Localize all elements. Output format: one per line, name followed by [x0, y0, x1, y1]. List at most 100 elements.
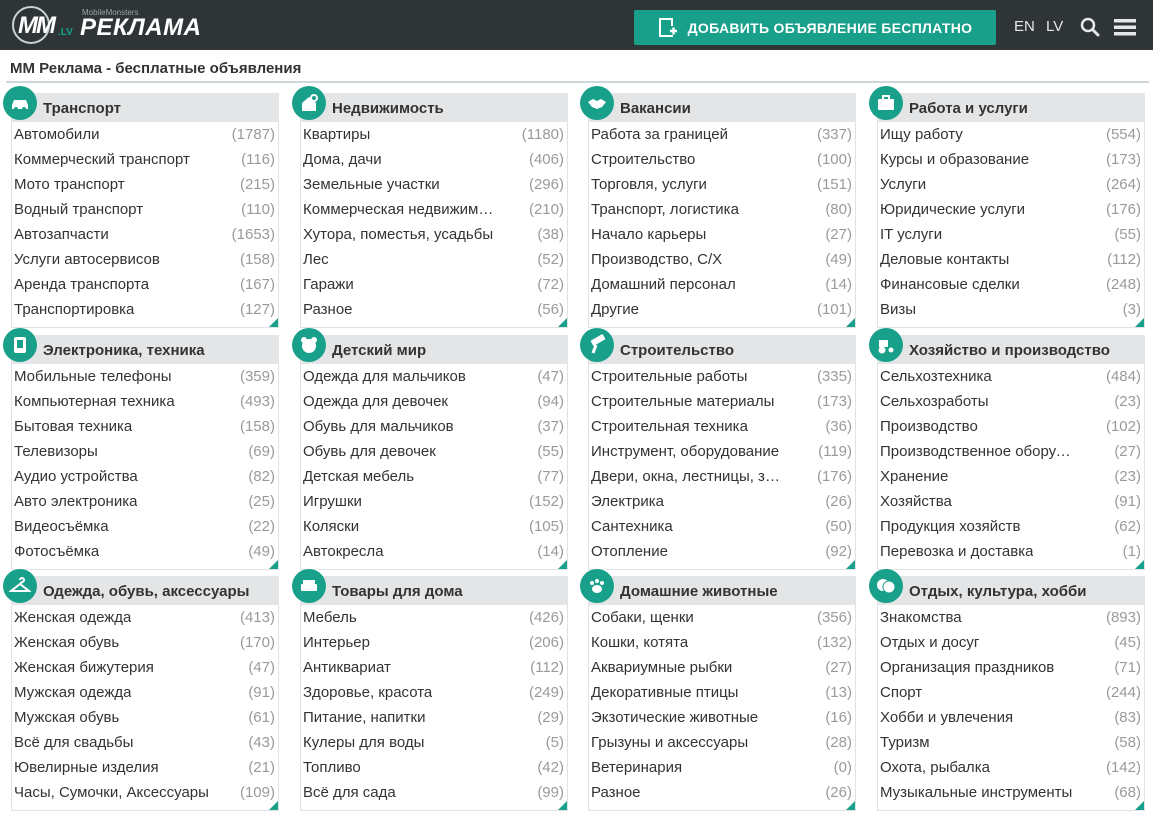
- category-title[interactable]: Вакансии: [620, 100, 691, 117]
- subcategory-name[interactable]: Аудио устройства: [14, 468, 138, 485]
- category-title[interactable]: Работа и услуги: [909, 100, 1028, 117]
- category-title[interactable]: Товары для дома: [332, 583, 463, 600]
- subcategory-item[interactable]: Экзотические животные (16): [589, 705, 855, 730]
- subcategory-item[interactable]: Автомобили (1787): [12, 122, 278, 147]
- subcategory-item[interactable]: Земельные участки (296): [301, 172, 567, 197]
- subcategory-item[interactable]: Автозапчасти (1653): [12, 222, 278, 247]
- subcategory-name[interactable]: Антиквариат: [303, 659, 391, 676]
- subcategory-name[interactable]: Женская одежда: [14, 609, 131, 626]
- subcategory-name[interactable]: Автомобили: [14, 126, 99, 143]
- subcategory-item[interactable]: Услуги автосервисов (158): [12, 247, 278, 272]
- subcategory-item[interactable]: Лес (52): [301, 247, 567, 272]
- subcategory-name[interactable]: Часы, Сумочки, Аксессуары: [14, 784, 209, 801]
- subcategory-name[interactable]: Бытовая техника: [14, 418, 132, 435]
- subcategory-item[interactable]: Инструмент, оборудование (119): [589, 439, 855, 464]
- subcategory-name[interactable]: Охота, рыбалка: [880, 759, 990, 776]
- subcategory-item[interactable]: Компьютерная техника (493): [12, 389, 278, 414]
- subcategory-name[interactable]: Строительные работы: [591, 368, 747, 385]
- subcategory-item[interactable]: Женская одежда (413): [12, 605, 278, 630]
- subcategory-item[interactable]: Охота, рыбалка (142): [878, 755, 1144, 780]
- category-header[interactable]: Отдых, культура, хобби: [869, 569, 1145, 605]
- category-header[interactable]: Хозяйство и производство: [869, 328, 1145, 364]
- subcategory-item[interactable]: Аквариумные рыбки (27): [589, 655, 855, 680]
- subcategory-item[interactable]: Деловые контакты (112): [878, 247, 1144, 272]
- subcategory-item[interactable]: Двери, окна, лестницы, заб... (176): [589, 464, 855, 489]
- category-title[interactable]: Детский мир: [332, 342, 426, 359]
- category-header[interactable]: Вакансии: [580, 86, 856, 122]
- subcategory-item[interactable]: Строительная техника (36): [589, 414, 855, 439]
- subcategory-item[interactable]: Торговля, услуги (151): [589, 172, 855, 197]
- subcategory-item[interactable]: Игрушки (152): [301, 489, 567, 514]
- subcategory-name[interactable]: Аквариумные рыбки: [591, 659, 732, 676]
- subcategory-name[interactable]: Кошки, котята: [591, 634, 688, 651]
- subcategory-name[interactable]: Видеосъёмка: [14, 518, 109, 535]
- subcategory-item[interactable]: Организация праздников (71): [878, 655, 1144, 680]
- subcategory-name[interactable]: Двери, окна, лестницы, заб...: [591, 468, 787, 485]
- subcategory-item[interactable]: Электрика (26): [589, 489, 855, 514]
- add-listing-button[interactable]: ДОБАВИТЬ ОБЪЯВЛЕНИЕ БЕСПЛАТНО: [634, 10, 996, 45]
- subcategory-name[interactable]: Здоровье, красота: [303, 684, 432, 701]
- subcategory-item[interactable]: Гаражи (72): [301, 272, 567, 297]
- subcategory-item[interactable]: Мобильные телефоны (359): [12, 364, 278, 389]
- subcategory-item[interactable]: Детская мебель (77): [301, 464, 567, 489]
- subcategory-name[interactable]: Лес: [303, 251, 329, 268]
- subcategory-name[interactable]: Перевозка и доставка: [880, 543, 1033, 560]
- subcategory-name[interactable]: Визы: [880, 301, 916, 318]
- subcategory-item[interactable]: Ветеринария (0): [589, 755, 855, 780]
- subcategory-item[interactable]: Курсы и образование (173): [878, 147, 1144, 172]
- subcategory-item[interactable]: Одежда для мальчиков (47): [301, 364, 567, 389]
- category-header[interactable]: Строительство: [580, 328, 856, 364]
- subcategory-name[interactable]: Сельхозработы: [880, 393, 989, 410]
- subcategory-item[interactable]: Часы, Сумочки, Аксессуары (109): [12, 780, 278, 805]
- subcategory-item[interactable]: Кошки, котята (132): [589, 630, 855, 655]
- subcategory-name[interactable]: Женская обувь: [14, 634, 119, 651]
- subcategory-name[interactable]: Одежда для девочек: [303, 393, 448, 410]
- subcategory-item[interactable]: Авто электроника (25): [12, 489, 278, 514]
- subcategory-name[interactable]: Мебель: [303, 609, 357, 626]
- subcategory-name[interactable]: Разное: [303, 301, 353, 318]
- subcategory-name[interactable]: Питание, напитки: [303, 709, 425, 726]
- subcategory-item[interactable]: Разное (56): [301, 297, 567, 322]
- subcategory-name[interactable]: Сельхозтехника: [880, 368, 992, 385]
- subcategory-item[interactable]: Строительство (100): [589, 147, 855, 172]
- category-title[interactable]: Строительство: [620, 342, 734, 359]
- subcategory-item[interactable]: Женская обувь (170): [12, 630, 278, 655]
- subcategory-name[interactable]: Всё для сада: [303, 784, 396, 801]
- subcategory-item[interactable]: Собаки, щенки (356): [589, 605, 855, 630]
- category-header[interactable]: Недвижимость: [292, 86, 568, 122]
- subcategory-item[interactable]: Аудио устройства (82): [12, 464, 278, 489]
- subcategory-name[interactable]: Гаражи: [303, 276, 354, 293]
- subcategory-item[interactable]: Топливо (42): [301, 755, 567, 780]
- subcategory-name[interactable]: Деловые контакты: [880, 251, 1009, 268]
- category-title[interactable]: Транспорт: [43, 100, 121, 117]
- subcategory-name[interactable]: IT услуги: [880, 226, 942, 243]
- subcategory-name[interactable]: Организация праздников: [880, 659, 1054, 676]
- subcategory-name[interactable]: Услуги: [880, 176, 926, 193]
- subcategory-name[interactable]: Отопление: [591, 543, 668, 560]
- subcategory-item[interactable]: Антиквариат (112): [301, 655, 567, 680]
- subcategory-name[interactable]: Продукция хозяйств: [880, 518, 1020, 535]
- subcategory-name[interactable]: Хутора, поместья, усадьбы: [303, 226, 493, 243]
- subcategory-name[interactable]: Коляски: [303, 518, 359, 535]
- subcategory-name[interactable]: Ищу работу: [880, 126, 963, 143]
- subcategory-name[interactable]: Домашний персонал: [591, 276, 736, 293]
- subcategory-name[interactable]: Собаки, щенки: [591, 609, 694, 626]
- subcategory-item[interactable]: IT услуги (55): [878, 222, 1144, 247]
- subcategory-name[interactable]: Топливо: [303, 759, 361, 776]
- subcategory-name[interactable]: Электрика: [591, 493, 664, 510]
- subcategory-name[interactable]: Курсы и образование: [880, 151, 1029, 168]
- subcategory-name[interactable]: Производственное оборудо...: [880, 443, 1076, 460]
- subcategory-item[interactable]: Юридические услуги (176): [878, 197, 1144, 222]
- subcategory-name[interactable]: Мужская одежда: [14, 684, 131, 701]
- subcategory-name[interactable]: Другие: [591, 301, 639, 318]
- subcategory-name[interactable]: Хобби и увлечения: [880, 709, 1013, 726]
- subcategory-name[interactable]: Сантехника: [591, 518, 673, 535]
- subcategory-name[interactable]: Мужская обувь: [14, 709, 119, 726]
- subcategory-name[interactable]: Декоративные птицы: [591, 684, 738, 701]
- subcategory-name[interactable]: Услуги автосервисов: [14, 251, 160, 268]
- subcategory-item[interactable]: Телевизоры (69): [12, 439, 278, 464]
- subcategory-item[interactable]: Женская бижутерия (47): [12, 655, 278, 680]
- subcategory-item[interactable]: Кулеры для воды (5): [301, 730, 567, 755]
- category-title[interactable]: Одежда, обувь, аксессуары: [43, 583, 249, 600]
- subcategory-item[interactable]: Коммерческий транспорт (116): [12, 147, 278, 172]
